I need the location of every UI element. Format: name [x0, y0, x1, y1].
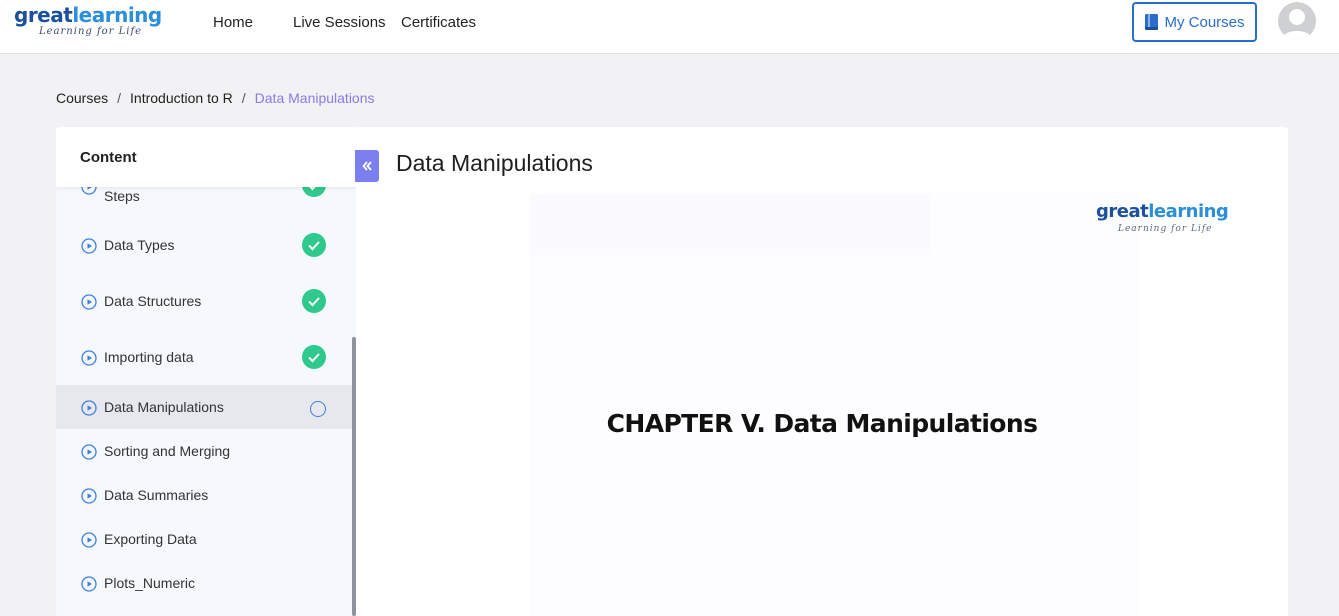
- book-icon: [1145, 14, 1159, 30]
- my-courses-label: My Courses: [1164, 13, 1245, 31]
- slide-logo-part2: learning: [1148, 201, 1229, 222]
- slide-greatlearning-logo: greatlearning Learning for Life: [1096, 201, 1236, 235]
- lesson-item[interactable]: Data Summaries: [56, 473, 352, 517]
- lesson-item[interactable]: Data Structures: [56, 279, 352, 323]
- breadcrumb: Courses / Introduction to R / Data Manip…: [56, 90, 375, 106]
- lesson-item[interactable]: Plots_Numeric: [56, 561, 352, 605]
- lesson-main-panel: Data Manipulations greatlearning Learnin…: [356, 127, 1288, 616]
- logo-text-part2: learning: [72, 3, 162, 27]
- user-icon: [1282, 9, 1312, 40]
- lesson-title: Data Manipulations: [396, 150, 593, 176]
- slide-logo-tagline: Learning for Life: [1118, 224, 1213, 234]
- sidebar-title: Content: [80, 149, 137, 166]
- lesson-item[interactable]: Importing data: [56, 335, 352, 379]
- slide-logo-part1: great: [1096, 201, 1149, 222]
- lesson-label: Importing data: [104, 349, 194, 365]
- lesson-label: Data Structures: [104, 293, 202, 309]
- lesson-item[interactable]: Exporting Data: [56, 517, 352, 561]
- nav-live-sessions[interactable]: Live Sessions: [293, 13, 386, 33]
- breadcrumb-separator: /: [117, 90, 122, 106]
- sidebar-header: Content: [56, 127, 356, 187]
- play-circle-icon: [81, 238, 97, 254]
- lesson-label: Plots_Numeric: [104, 575, 196, 591]
- lesson-item[interactable]: Sorting and Merging: [56, 429, 352, 473]
- play-circle-icon: [81, 350, 97, 366]
- check-circle-icon: [302, 233, 326, 257]
- slide-top-band: [530, 193, 930, 255]
- my-courses-button[interactable]: My Courses: [1132, 2, 1257, 42]
- lesson-label: Steps: [104, 188, 140, 204]
- play-circle-icon: [81, 576, 97, 592]
- breadcrumb-course[interactable]: Introduction to R: [130, 90, 233, 106]
- check-circle-icon: [302, 289, 326, 313]
- lesson-label: Data Manipulations: [104, 399, 224, 415]
- content-sidebar: Content Steps Data Types Data Structures…: [56, 127, 356, 616]
- lesson-label: Exporting Data: [104, 531, 197, 547]
- top-header: greatlearning Learning for Life Home Liv…: [0, 0, 1339, 54]
- slide-heading: CHAPTER V. Data Manipulations: [606, 409, 1038, 438]
- progress-ring-icon: [310, 401, 326, 417]
- play-circle-icon: [81, 488, 97, 504]
- logo-text-part1: great: [14, 3, 73, 27]
- play-circle-icon: [81, 400, 97, 416]
- lesson-item-active[interactable]: Data Manipulations: [56, 385, 352, 429]
- sidebar-scrollbar[interactable]: [352, 337, 356, 616]
- lesson-slide-viewer[interactable]: greatlearning Learning for Life CHAPTER …: [530, 193, 1229, 616]
- lesson-label: Data Summaries: [104, 487, 209, 503]
- breadcrumb-courses[interactable]: Courses: [56, 90, 108, 106]
- breadcrumb-current: Data Manipulations: [254, 90, 375, 106]
- nav-home[interactable]: Home: [213, 13, 253, 33]
- breadcrumb-separator: /: [241, 90, 246, 106]
- user-avatar[interactable]: [1278, 2, 1316, 40]
- play-circle-icon: [81, 294, 97, 310]
- lesson-label: Data Types: [104, 237, 175, 253]
- play-circle-icon: [81, 444, 97, 460]
- lesson-label: Sorting and Merging: [104, 443, 231, 459]
- nav-certificates[interactable]: Certificates: [401, 13, 476, 33]
- double-chevron-left-icon: [362, 161, 372, 171]
- greatlearning-logo[interactable]: greatlearning Learning for Life: [14, 4, 174, 40]
- collapse-sidebar-button[interactable]: [355, 150, 379, 182]
- check-circle-icon: [302, 345, 326, 369]
- lesson-item[interactable]: Data Types: [56, 223, 352, 267]
- play-circle-icon: [81, 532, 97, 548]
- logo-tagline: Learning for Life: [39, 26, 143, 37]
